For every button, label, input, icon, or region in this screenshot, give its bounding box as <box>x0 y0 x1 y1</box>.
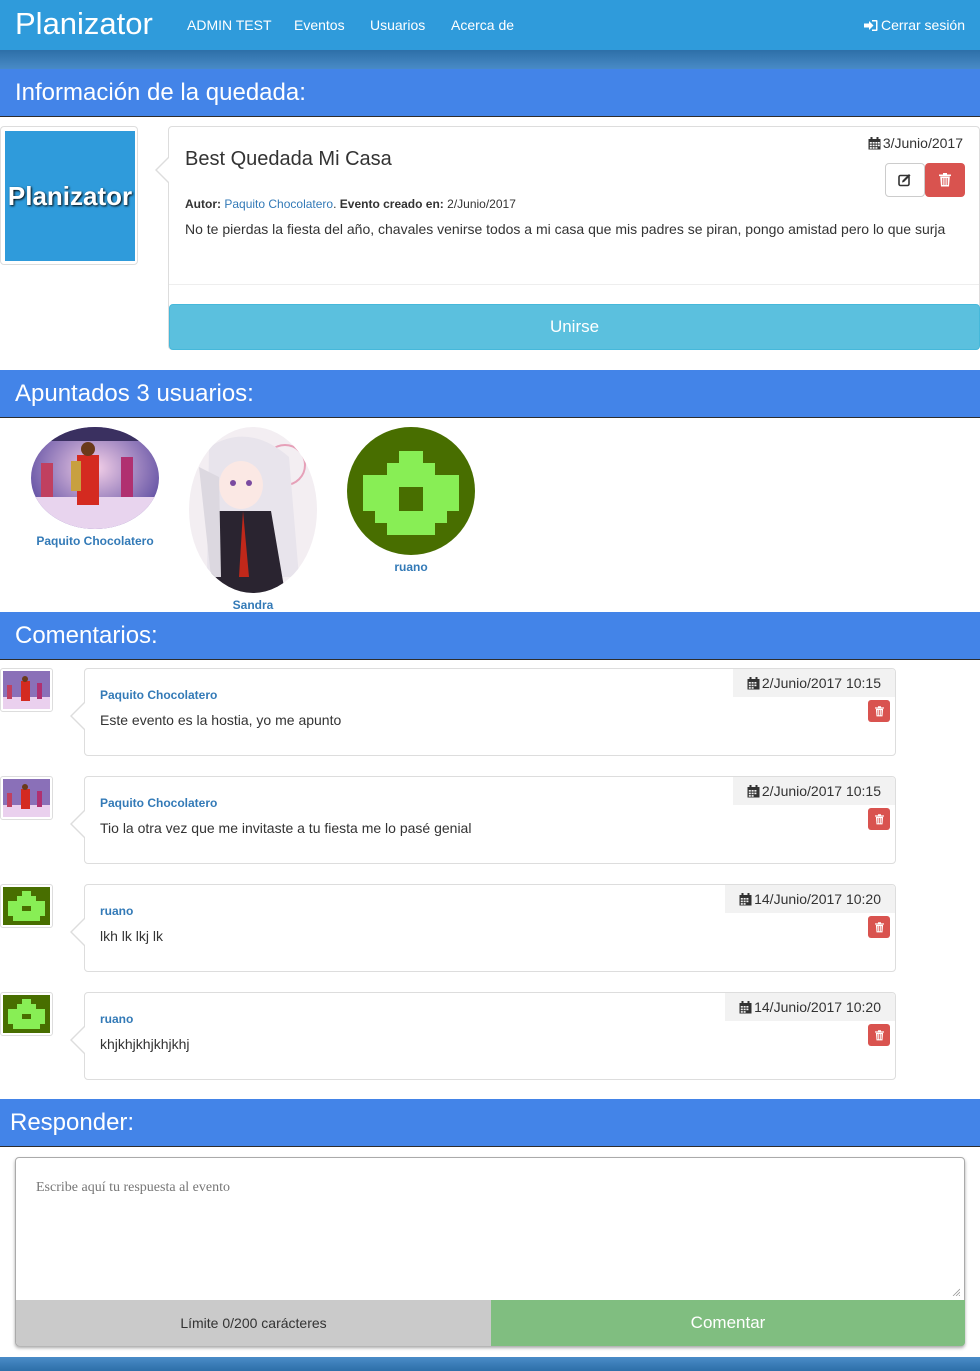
avatar <box>3 779 50 817</box>
comment-arrow-inner <box>72 703 85 729</box>
reply-textarea[interactable] <box>16 1158 964 1300</box>
author-label: Autor: <box>185 197 221 211</box>
section-title-attendees: Apuntados 3 usuarios: <box>15 380 254 407</box>
comment-panel: 14/Junio/2017 10:20 ruano lkh lk lkj lk <box>84 884 896 972</box>
comment-panel: 2/Junio/2017 10:15 Paquito Chocolatero E… <box>84 668 896 756</box>
section-header-comments: Comentarios: <box>0 612 980 660</box>
event-logo: Planizator <box>5 131 135 261</box>
event-meta: Autor: Paquito Chocolatero. Evento cread… <box>185 197 516 211</box>
trash-icon <box>874 921 884 932</box>
edit-icon <box>898 174 911 187</box>
delete-comment-button[interactable] <box>868 1024 890 1046</box>
comment-text: khjkhjkhjkhjkhj <box>100 1036 190 1052</box>
attendee-card[interactable]: ruano <box>346 427 476 574</box>
section-header-attendees: Apuntados 3 usuarios: <box>0 370 980 418</box>
join-button[interactable]: Unirse <box>169 304 980 350</box>
author-link[interactable]: Paquito Chocolatero <box>224 197 333 211</box>
avatar <box>189 427 317 593</box>
nav-link-acerca-de[interactable]: Acerca de <box>451 17 514 33</box>
comment-date: 2/Junio/2017 10:15 <box>732 777 895 805</box>
avatar <box>3 887 50 925</box>
section-header-info: Información de la quedada: <box>0 69 980 117</box>
attendee-card[interactable]: Paquito Chocolatero <box>30 427 160 548</box>
created-date: 2/Junio/2017 <box>447 197 516 211</box>
comment-avatar[interactable] <box>0 668 53 712</box>
attendee-name[interactable]: ruano <box>346 560 476 574</box>
comment-date-text: 14/Junio/2017 10:20 <box>754 999 881 1015</box>
event-date-text: 3/Junio/2017 <box>882 135 963 151</box>
section-title-info: Información de la quedada: <box>15 79 306 106</box>
trash-icon <box>874 813 884 824</box>
avatar <box>3 671 50 709</box>
comment-date: 2/Junio/2017 10:15 <box>732 669 895 697</box>
delete-comment-button[interactable] <box>868 808 890 830</box>
comment-avatar[interactable] <box>0 776 53 820</box>
calendar-icon <box>868 136 881 149</box>
calendar-icon <box>739 892 752 905</box>
comment-submit-button[interactable]: Comentar <box>491 1300 965 1346</box>
navbar: Planizator ADMIN TEST Eventos Usuarios A… <box>0 0 980 50</box>
nav-link-admin-test[interactable]: ADMIN TEST <box>187 17 272 33</box>
section-title-comments: Comentarios: <box>15 622 158 649</box>
footer-shadow <box>0 1357 980 1371</box>
reply-form: Límite 0/200 carácteres Comentar <box>15 1157 965 1346</box>
event-panel: 3/Junio/2017 Best Quedada Mi Casa Autor:… <box>168 126 980 350</box>
trash-icon <box>874 1029 884 1040</box>
comment-text: lkh lk lkj lk <box>100 928 164 944</box>
resize-handle-icon[interactable] <box>952 1288 960 1296</box>
comment-avatar[interactable] <box>0 884 53 928</box>
logout-link[interactable]: Cerrar sesión <box>863 17 965 33</box>
comment-date: 14/Junio/2017 10:20 <box>725 993 895 1021</box>
comment-text: Este evento es la hostia, yo me apunto <box>100 712 342 728</box>
edit-event-button[interactable] <box>885 163 925 197</box>
panel-arrow-inner <box>157 157 170 183</box>
comment-text: Tio la otra vez que me invitaste a tu fi… <box>100 820 472 836</box>
comment-date: 14/Junio/2017 10:20 <box>725 885 895 913</box>
comment-date-text: 2/Junio/2017 10:15 <box>761 783 881 799</box>
panel-divider <box>169 284 979 285</box>
calendar-icon <box>747 676 760 689</box>
comment-avatar[interactable] <box>0 992 53 1036</box>
nav-link-eventos[interactable]: Eventos <box>294 17 345 33</box>
delete-event-button[interactable] <box>925 163 965 197</box>
trash-icon <box>939 173 951 187</box>
sign-out-icon <box>863 19 878 31</box>
event-date: 3/Junio/2017 <box>868 135 963 151</box>
comment-panel: 14/Junio/2017 10:20 ruano khjkhjkhjkhjkh… <box>84 992 896 1080</box>
char-limit-counter: Límite 0/200 carácteres <box>16 1300 491 1346</box>
logout-label: Cerrar sesión <box>880 17 965 33</box>
comment-arrow-inner <box>72 811 85 837</box>
event-image: Planizator <box>0 126 138 265</box>
attendee-name[interactable]: Paquito Chocolatero <box>30 534 160 548</box>
comment-date-text: 14/Junio/2017 10:20 <box>754 891 881 907</box>
avatar <box>31 427 159 529</box>
calendar-icon <box>739 1000 752 1013</box>
attendee-card[interactable]: Sandra <box>188 427 318 612</box>
delete-comment-button[interactable] <box>868 916 890 938</box>
avatar <box>3 995 50 1033</box>
section-title-reply: Responder: <box>10 1109 135 1136</box>
section-header-reply: Responder: <box>0 1099 980 1147</box>
navbar-shadow <box>0 50 980 70</box>
comment-author[interactable]: Paquito Chocolatero <box>100 688 217 702</box>
nav-link-usuarios[interactable]: Usuarios <box>370 17 425 33</box>
comment-author[interactable]: ruano <box>100 1012 133 1026</box>
event-description: No te pierdas la fiesta del año, chavale… <box>185 221 946 237</box>
comment-arrow-inner <box>72 919 85 945</box>
comment-arrow-inner <box>72 1027 85 1053</box>
attendee-name[interactable]: Sandra <box>188 598 318 612</box>
calendar-icon <box>747 784 760 797</box>
created-label: Evento creado en: <box>339 197 444 211</box>
event-title: Best Quedada Mi Casa <box>185 148 392 170</box>
delete-comment-button[interactable] <box>868 700 890 722</box>
comment-date-text: 2/Junio/2017 10:15 <box>761 675 881 691</box>
comment-author[interactable]: ruano <box>100 904 133 918</box>
trash-icon <box>874 705 884 716</box>
avatar <box>347 427 475 555</box>
brand-logo[interactable]: Planizator <box>15 6 153 42</box>
comment-author[interactable]: Paquito Chocolatero <box>100 796 217 810</box>
comment-panel: 2/Junio/2017 10:15 Paquito Chocolatero T… <box>84 776 896 864</box>
